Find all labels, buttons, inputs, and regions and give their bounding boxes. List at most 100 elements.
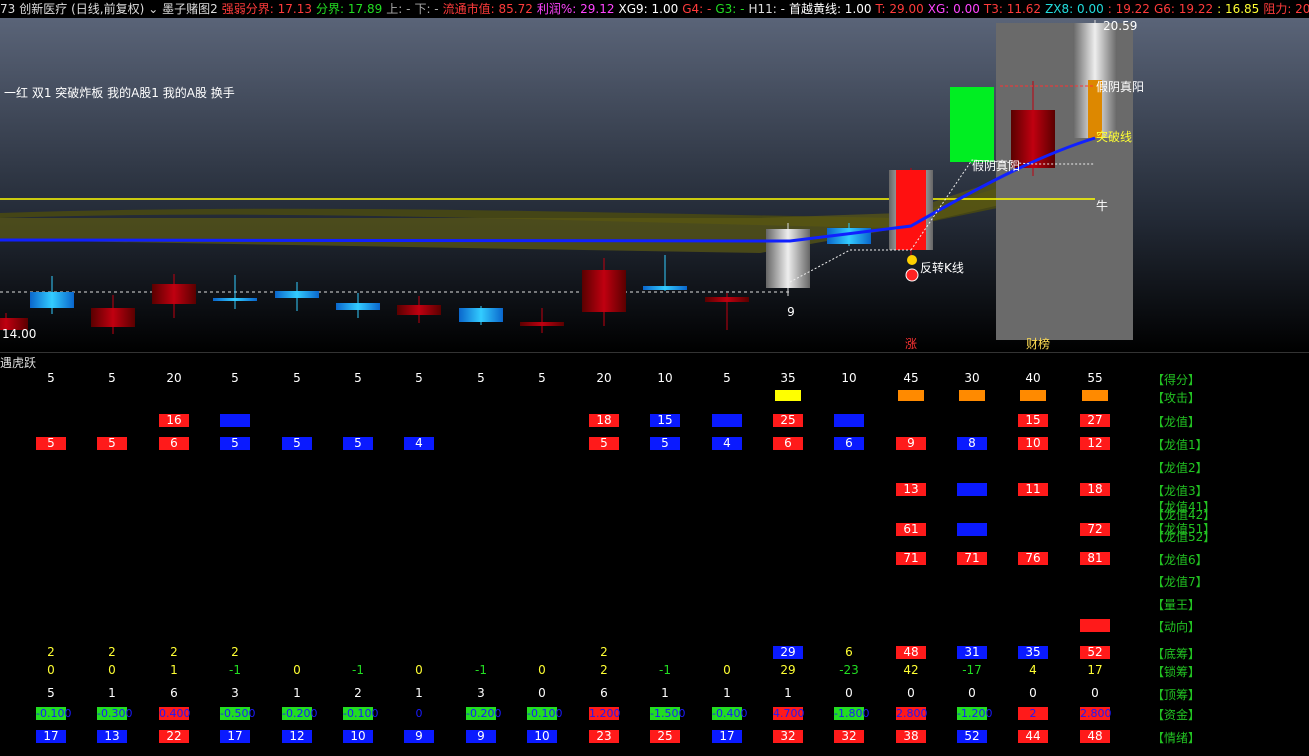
- row-label: 【量王】: [1152, 598, 1201, 612]
- cell-value: 5: [723, 371, 731, 385]
- fund-box: -0.100: [343, 707, 379, 720]
- cell-value: 30: [964, 371, 980, 385]
- bull-label: 牛: [1096, 198, 1108, 213]
- cell-value: 42: [903, 663, 919, 677]
- cell-box: 6: [834, 437, 864, 450]
- cell-box: 5: [36, 437, 66, 450]
- cell-value: -23: [839, 663, 859, 677]
- fund-box: -0.400: [712, 707, 748, 720]
- attack-marker: [775, 390, 801, 401]
- fund-box: -0.300: [97, 707, 133, 720]
- cell-box: 31: [957, 646, 987, 659]
- cell-value: 20: [166, 371, 182, 385]
- cell-box: 8: [957, 437, 987, 450]
- chart-legend: 一红 双1 突破炸板 我的A股1 我的A股 换手: [4, 85, 235, 100]
- row-label: 【底筹】: [1152, 647, 1201, 661]
- fund-box: 4.700: [773, 707, 805, 720]
- cell-box: 9: [466, 730, 496, 743]
- cell-box: 27: [1080, 414, 1110, 427]
- cell-value: -1: [475, 663, 487, 677]
- candle-body: [152, 284, 196, 304]
- cell-box: [220, 414, 250, 427]
- cell-box: 2: [600, 645, 608, 659]
- row-label: 【龙值1】: [1152, 438, 1208, 452]
- cell-value: 4: [1029, 663, 1037, 677]
- header-item: : 19.22: [1107, 2, 1150, 16]
- header-item: 流通市值: 85.72: [442, 2, 533, 16]
- header-item: : 16.85: [1217, 2, 1260, 16]
- fund-box: 0: [415, 707, 423, 720]
- cell-box: 22: [159, 730, 189, 743]
- cell-box: 71: [896, 552, 926, 565]
- row-label: 【龙值2】: [1152, 461, 1208, 475]
- cell-box: 71: [957, 552, 987, 565]
- candlestick-chart[interactable]: 一红 双1 突破炸板 我的A股1 我的A股 换手20.5914.00假阴真阳假阴…: [0, 18, 1309, 352]
- cell-value: 55: [1087, 371, 1103, 385]
- cell-box: 25: [650, 730, 680, 743]
- cell-value: -17: [962, 663, 982, 677]
- cell-value: 3: [231, 686, 239, 700]
- cell-value: -1: [659, 663, 671, 677]
- cell-box: 12: [282, 730, 312, 743]
- row-label: 【情绪】: [1152, 731, 1201, 745]
- cell-value: 40: [1025, 371, 1041, 385]
- cell-value: 0: [293, 663, 301, 677]
- header-item: G3: -: [715, 2, 745, 16]
- indicator-header: 73 创新医疗 (日线,前复权) ⌄ 墨子赌图2 强弱分界: 17.13 分界: 17.…: [0, 0, 1309, 18]
- cell-value: 45: [903, 371, 919, 385]
- cell-box: [834, 414, 864, 427]
- cell-box: 15: [1018, 414, 1048, 427]
- candle-body: [950, 87, 994, 162]
- cell-value: 6: [170, 686, 178, 700]
- pattern-label: 假阴真阳: [972, 159, 1020, 173]
- candle-body: [91, 308, 135, 327]
- cell-value: 0: [108, 663, 116, 677]
- header-item: ⌄ 墨子赌图2: [148, 2, 218, 16]
- row-label: 【攻击】: [1152, 391, 1201, 405]
- candle-body: [30, 292, 74, 308]
- row-label: 【龙值6】: [1152, 553, 1208, 567]
- cell-value: 1: [415, 686, 423, 700]
- header-item: 下: -: [414, 2, 439, 16]
- cell-value: 2: [354, 686, 362, 700]
- candle-body: [275, 291, 319, 298]
- cell-box: 17: [712, 730, 742, 743]
- cell-box: 16: [159, 414, 189, 427]
- high-price-label: 20.59: [1103, 19, 1137, 33]
- cell-value: 5: [47, 371, 55, 385]
- cell-box: [1080, 619, 1110, 632]
- header-item: T3: 11.62: [983, 2, 1042, 16]
- cell-value: 5: [538, 371, 546, 385]
- cell-box: 81: [1080, 552, 1110, 565]
- fund-box: 2.800: [1080, 707, 1112, 720]
- cell-box: 10: [343, 730, 373, 743]
- cell-box: [957, 483, 987, 496]
- cell-value: 29: [780, 663, 796, 677]
- fund-box: -0.200: [466, 707, 502, 720]
- cell-value: 0: [47, 663, 55, 677]
- cell-box: 13: [97, 730, 127, 743]
- attack-marker: [959, 390, 985, 401]
- attack-marker: [1082, 390, 1108, 401]
- cell-value: 5: [354, 371, 362, 385]
- cell-box: 2: [170, 645, 178, 659]
- row-label: 【得分】: [1152, 373, 1201, 387]
- cell-value: 1: [784, 686, 792, 700]
- header-item: T: 29.00: [875, 2, 924, 16]
- cell-box: 44: [1018, 730, 1048, 743]
- cell-box: 52: [1080, 646, 1110, 659]
- cell-box: 5: [343, 437, 373, 450]
- header-item: 阻力: 20.32: [1263, 2, 1309, 16]
- cell-value: 1: [723, 686, 731, 700]
- cell-value: 1: [293, 686, 301, 700]
- cell-box: 5: [650, 437, 680, 450]
- cell-value: 0: [538, 686, 546, 700]
- cell-value: 5: [47, 686, 55, 700]
- cell-box: 5: [589, 437, 619, 450]
- row-label: 【锁筹】: [1152, 665, 1201, 679]
- attack-marker: [898, 390, 924, 401]
- row-label: 【龙值】: [1152, 415, 1201, 429]
- candle-body: [520, 322, 564, 326]
- cell-box: 4: [404, 437, 434, 450]
- fund-box: 2: [1018, 707, 1048, 720]
